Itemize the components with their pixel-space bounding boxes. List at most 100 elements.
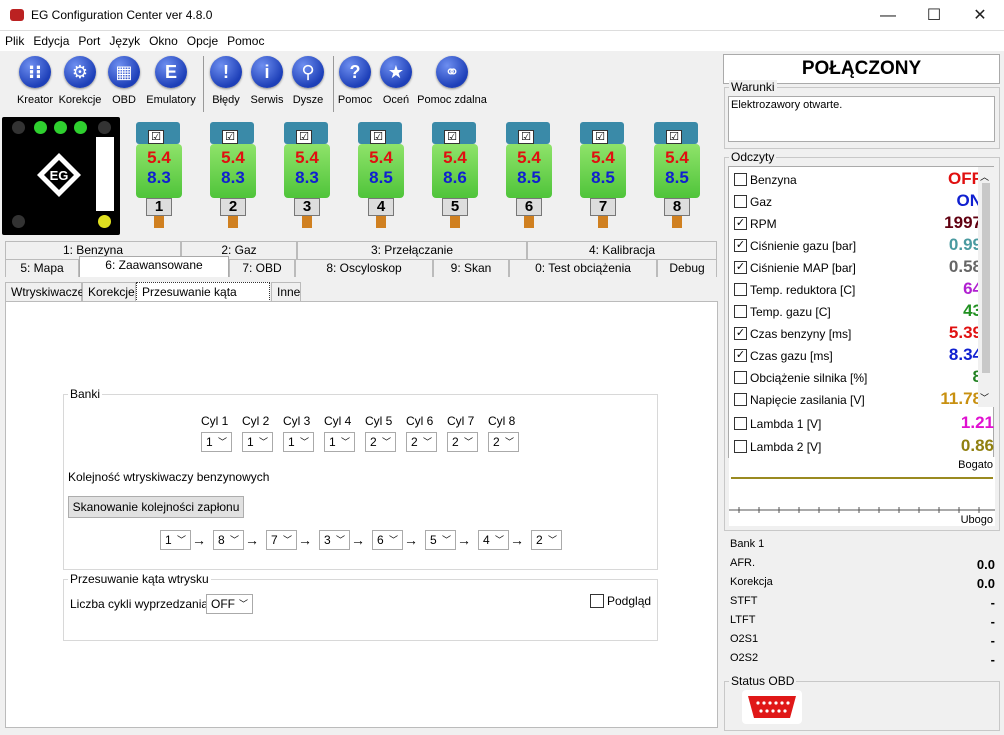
cyl-label-7: Cyl 7 <box>447 414 475 428</box>
cyl-bank-select-8[interactable]: 2 ﹀ <box>488 432 519 452</box>
info-icon: i <box>251 56 283 88</box>
injector-checkbox[interactable]: ☑ <box>222 130 238 144</box>
cyl-bank-select-4[interactable]: 1 ﹀ <box>324 432 355 452</box>
reading-checkbox[interactable]: ✓ <box>734 261 747 274</box>
scan-order-button[interactable]: Skanowanie kolejności zapłonu <box>68 496 244 518</box>
dysze-button[interactable]: ⚲ Dysze <box>290 54 326 106</box>
menu-okno[interactable]: Okno <box>144 31 182 48</box>
injector-checkbox[interactable]: ☑ <box>518 130 534 144</box>
menu-port[interactable]: Port <box>73 31 104 48</box>
order-select-5[interactable]: 6 ﹀ <box>372 530 403 550</box>
subtab-przesuwanie[interactable]: Przesuwanie kąta wtrysku <box>136 282 270 317</box>
pomoc-zdalna-button[interactable]: ⚭ Pomoc zdalna <box>417 54 487 106</box>
reading-row-obciazenie: Obciążenie silnika [%]8 <box>734 366 982 388</box>
tab-test-obciazenia[interactable]: 0: Test obciążenia <box>509 259 657 277</box>
window-title: EG Configuration Center ver 4.8.0 <box>31 8 213 22</box>
korekcje-button[interactable]: ⚙ Korekcje <box>57 54 103 106</box>
injector-2[interactable]: ☑ 5.4 8.3 2 <box>200 118 270 234</box>
cyl-label-4: Cyl 4 <box>324 414 352 428</box>
obd-connector-icon: ▦ <box>108 56 140 88</box>
injector-checkbox[interactable]: ☑ <box>148 130 164 144</box>
toolbar-separator <box>333 56 334 112</box>
order-select-3[interactable]: 7 ﹀ <box>266 530 297 550</box>
reading-checkbox[interactable]: ✓ <box>734 217 747 230</box>
order-select-7[interactable]: 4 ﹀ <box>478 530 509 550</box>
order-select-2[interactable]: 8 ﹀ <box>213 530 244 550</box>
order-select-4[interactable]: 3 ﹀ <box>319 530 350 550</box>
subtab-inne[interactable]: Inne <box>271 282 301 302</box>
reading-checkbox[interactable] <box>734 305 747 318</box>
reading-checkbox[interactable] <box>734 440 747 453</box>
menu-plik[interactable]: Plik <box>0 31 28 48</box>
maximize-button[interactable]: ☐ <box>911 0 957 31</box>
menu-jezyk[interactable]: Język <box>104 31 144 48</box>
obd-button[interactable]: ▦ OBD <box>107 54 141 106</box>
arrow-right-icon: → <box>457 532 471 548</box>
preview-checkbox[interactable] <box>590 594 604 608</box>
reading-checkbox[interactable] <box>734 173 747 186</box>
reading-checkbox[interactable]: ✓ <box>734 327 747 340</box>
kreator-button[interactable]: ⁝⁝ Kreator <box>11 54 59 106</box>
scrollbar-thumb[interactable] <box>982 183 990 373</box>
injector-checkbox[interactable]: ☑ <box>370 130 386 144</box>
tab-zaawansowane[interactable]: 6: Zaawansowane <box>79 256 229 277</box>
injector-checkbox[interactable]: ☑ <box>296 130 312 144</box>
menu-edycja[interactable]: Edycja <box>28 31 73 48</box>
arrow-right-icon: → <box>192 532 206 548</box>
order-select-1[interactable]: 1 ﹀ <box>160 530 191 550</box>
injector-checkbox[interactable]: ☑ <box>666 130 682 144</box>
warunki-text: Elektrozawory otwarte. <box>728 96 995 142</box>
reading-checkbox[interactable] <box>734 195 747 208</box>
injector-7[interactable]: ☑ 5.4 8.5 7 <box>570 118 640 234</box>
chevron-up-icon[interactable]: ︿ <box>980 170 989 183</box>
tab-obd[interactable]: 7: OBD <box>229 259 295 277</box>
bank1-title: Bank 1 <box>730 538 765 550</box>
odczyty-scrollbar[interactable]: ︿ ﹀ <box>978 167 994 407</box>
chevron-down-icon[interactable]: ﹀ <box>980 391 989 404</box>
cyl-bank-select-5[interactable]: 2 ﹀ <box>365 432 396 452</box>
serwis-button[interactable]: i Serwis <box>247 54 287 106</box>
gear-icon: ⚙ <box>64 56 96 88</box>
rich-label: Bogato <box>958 459 993 471</box>
tab-skan[interactable]: 9: Skan <box>433 259 509 277</box>
chevron-down-icon: ﹀ <box>258 437 268 447</box>
cyl-bank-select-3[interactable]: 1 ﹀ <box>283 432 314 452</box>
tab-debug[interactable]: Debug <box>657 259 717 277</box>
cycles-select[interactable]: OFF ﹀ <box>206 594 253 614</box>
injector-3[interactable]: ☑ 5.4 8.3 3 <box>274 118 344 234</box>
cyl-bank-select-1[interactable]: 1 ﹀ <box>201 432 232 452</box>
tab-przelaczanie[interactable]: 3: Przełączanie <box>297 241 527 259</box>
order-select-8[interactable]: 2 ﹀ <box>531 530 562 550</box>
ocen-button[interactable]: ★ Oceń <box>379 54 413 106</box>
reading-checkbox[interactable] <box>734 417 747 430</box>
reading-checkbox[interactable] <box>734 393 747 406</box>
injector-4[interactable]: ☑ 5.4 8.5 4 <box>348 118 418 234</box>
injector-5[interactable]: ☑ 5.4 8.6 5 <box>422 118 492 234</box>
emulatory-button[interactable]: E Emulatory <box>145 54 197 106</box>
minimize-button[interactable]: — <box>865 0 911 31</box>
injector-checkbox[interactable]: ☑ <box>592 130 608 144</box>
reading-checkbox[interactable]: ✓ <box>734 349 747 362</box>
order-select-6[interactable]: 5 ﹀ <box>425 530 456 550</box>
reading-checkbox[interactable] <box>734 371 747 384</box>
injector-6[interactable]: ☑ 5.4 8.5 6 <box>496 118 566 234</box>
bledy-button[interactable]: ! Błędy <box>209 54 243 106</box>
tab-mapa[interactable]: 5: Mapa <box>5 259 79 277</box>
subtab-korekcje[interactable]: Korekcje <box>82 282 136 302</box>
tab-kalibracja[interactable]: 4: Kalibracja <box>527 241 717 259</box>
cyl-bank-select-2[interactable]: 1 ﹀ <box>242 432 273 452</box>
reading-checkbox[interactable] <box>734 283 747 296</box>
cyl-bank-select-6[interactable]: 2 ﹀ <box>406 432 437 452</box>
pomoc-button[interactable]: ? Pomoc <box>337 54 373 106</box>
reading-row-czas-benzyny: ✓ Czas benzyny [ms] 5.39 <box>734 323 982 342</box>
cyl-bank-select-7[interactable]: 2 ﹀ <box>447 432 478 452</box>
tab-oscyloskop[interactable]: 8: Oscyloskop <box>295 259 433 277</box>
subtab-wtryskiwacze[interactable]: Wtryskiwacze <box>5 282 84 302</box>
injector-1[interactable]: ☑ 5.4 8.3 1 <box>126 118 196 234</box>
injector-checkbox[interactable]: ☑ <box>444 130 460 144</box>
reading-checkbox[interactable]: ✓ <box>734 239 747 252</box>
close-button[interactable]: ✕ <box>957 0 1003 31</box>
injector-8[interactable]: ☑ 5.4 8.5 8 <box>644 118 714 234</box>
menu-opcje[interactable]: Opcje <box>182 31 222 48</box>
menu-pomoc[interactable]: Pomoc <box>222 31 268 48</box>
